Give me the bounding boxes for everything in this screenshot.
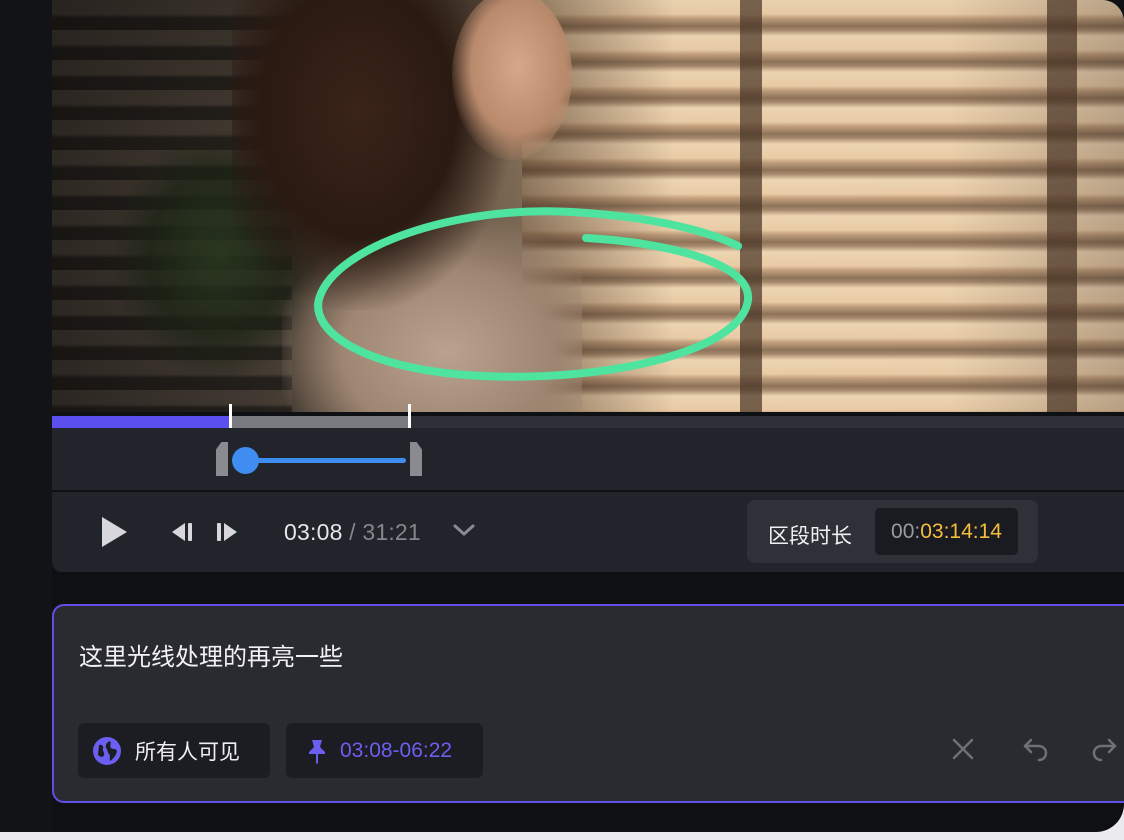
segment-duration-value: 00:03:14:14: [875, 508, 1018, 555]
player-controls: 03:08 / 31:21 区段时长 00:03:14:14: [52, 492, 1124, 572]
range-selector: [52, 428, 1124, 490]
redo-icon[interactable]: [1090, 736, 1118, 762]
close-icon[interactable]: [950, 736, 976, 762]
step-back-icon: [172, 523, 192, 541]
segment-duration-prefix: 00:: [891, 520, 921, 543]
previous-frame-button[interactable]: [168, 518, 196, 546]
chevron-down-icon[interactable]: [452, 522, 476, 538]
progress-bar[interactable]: [52, 404, 1124, 428]
step-forward-icon: [217, 523, 237, 541]
play-button[interactable]: [96, 514, 132, 550]
time-range-tag[interactable]: 03:08-06:22: [286, 723, 483, 778]
review-window: 03:08 / 31:21 区段时长 00:03:14:14 这里光线处理的再亮…: [0, 0, 1124, 832]
comment-text[interactable]: 这里光线处理的再亮一些: [79, 637, 343, 672]
total-time: 31:21: [362, 519, 421, 545]
range-knob[interactable]: [232, 447, 259, 474]
globe-icon: [93, 736, 121, 765]
undo-icon[interactable]: [1022, 736, 1050, 762]
range-line: [234, 458, 406, 463]
range-end-marker[interactable]: [408, 404, 412, 428]
annotation-circle[interactable]: [52, 0, 1124, 412]
visibility-selector[interactable]: 所有人可见: [78, 723, 270, 778]
current-time: 03:08: [284, 519, 343, 545]
time-display: 03:08 / 31:21: [284, 519, 421, 546]
pin-icon: [309, 739, 325, 764]
next-frame-button[interactable]: [213, 518, 241, 546]
comment-editor[interactable]: 这里光线处理的再亮一些 所有人可见 03:08-06:22: [52, 604, 1124, 803]
left-rail: [0, 0, 52, 832]
time-separator: /: [342, 519, 363, 545]
range-right-handle[interactable]: [410, 442, 422, 476]
segment-duration: 区段时长 00:03:14:14: [747, 500, 1038, 563]
segment-duration-label: 区段时长: [768, 525, 852, 548]
range-start-marker[interactable]: [228, 404, 232, 428]
segment-duration-main: 03:14:14: [920, 520, 1002, 543]
play-icon: [102, 517, 127, 547]
video-frame[interactable]: [52, 0, 1124, 412]
visibility-label: 所有人可见: [135, 740, 240, 764]
time-range-label: 03:08-06:22: [340, 738, 453, 762]
range-left-handle[interactable]: [216, 442, 228, 476]
progress-played: [52, 416, 229, 428]
progress-selected-range: [228, 416, 412, 428]
